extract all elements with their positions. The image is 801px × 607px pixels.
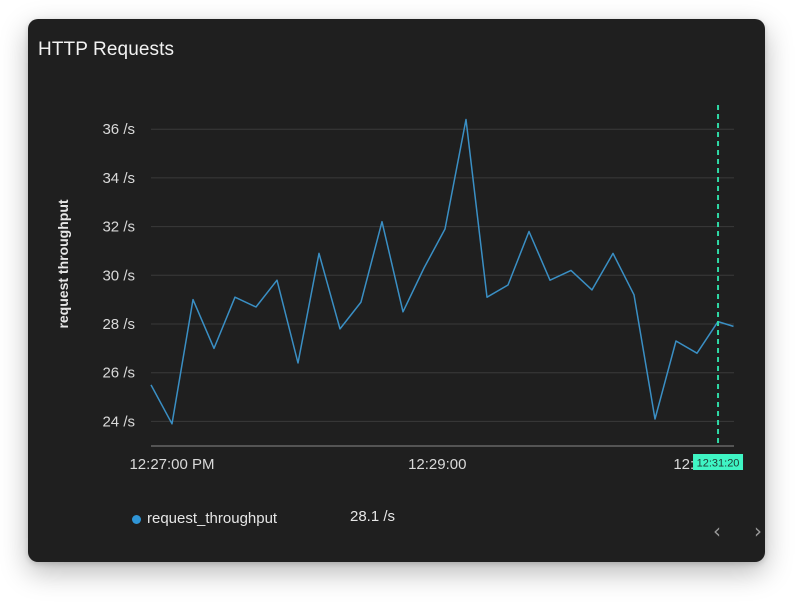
legend-current-value: 28.1 /s bbox=[350, 508, 396, 525]
legend-item[interactable]: request_throughput bbox=[132, 508, 277, 528]
y-tick-label: 26 /s bbox=[102, 365, 135, 382]
x-tick-label: 12:29:00 bbox=[408, 456, 466, 473]
chart-grid bbox=[151, 128, 734, 422]
y-axis-label: request throughput bbox=[55, 199, 71, 328]
y-tick-label: 36 /s bbox=[102, 121, 135, 138]
previous-page-button[interactable]: ‹ bbox=[709, 521, 725, 541]
x-tick-label: 12:27:00 PM bbox=[129, 456, 214, 473]
legend-series-name: request_throughput bbox=[147, 509, 278, 527]
y-tick-label: 32 /s bbox=[102, 219, 135, 236]
y-tick-label: 24 /s bbox=[102, 413, 135, 430]
series-line-request_throughput bbox=[150, 118, 734, 425]
time-cursor[interactable]: 12:31:20 bbox=[693, 105, 744, 470]
y-tick-label: 30 /s bbox=[102, 267, 135, 284]
cursor-time-label: 12:31:20 bbox=[697, 458, 740, 470]
y-tick-label: 28 /s bbox=[102, 316, 135, 333]
http-requests-panel: HTTP Requests 24 /s 26 /s 28 /s 30 /s 32 /s 3… bbox=[28, 19, 765, 562]
chart-series bbox=[150, 118, 734, 425]
y-axis-ticks: 24 /s 26 /s 28 /s 30 /s 32 /s 34 /s 36 /s bbox=[102, 121, 135, 430]
next-page-button[interactable]: › bbox=[750, 521, 765, 541]
throughput-line-chart: 24 /s 26 /s 28 /s 30 /s 32 /s 34 /s 36 /s 12:2… bbox=[55, 105, 744, 473]
legend-dot-icon bbox=[132, 514, 141, 524]
y-tick-label: 34 /s bbox=[102, 170, 135, 187]
x-axis-ticks: 12:27:00 PM12:29:0012:31:00 bbox=[129, 456, 731, 473]
